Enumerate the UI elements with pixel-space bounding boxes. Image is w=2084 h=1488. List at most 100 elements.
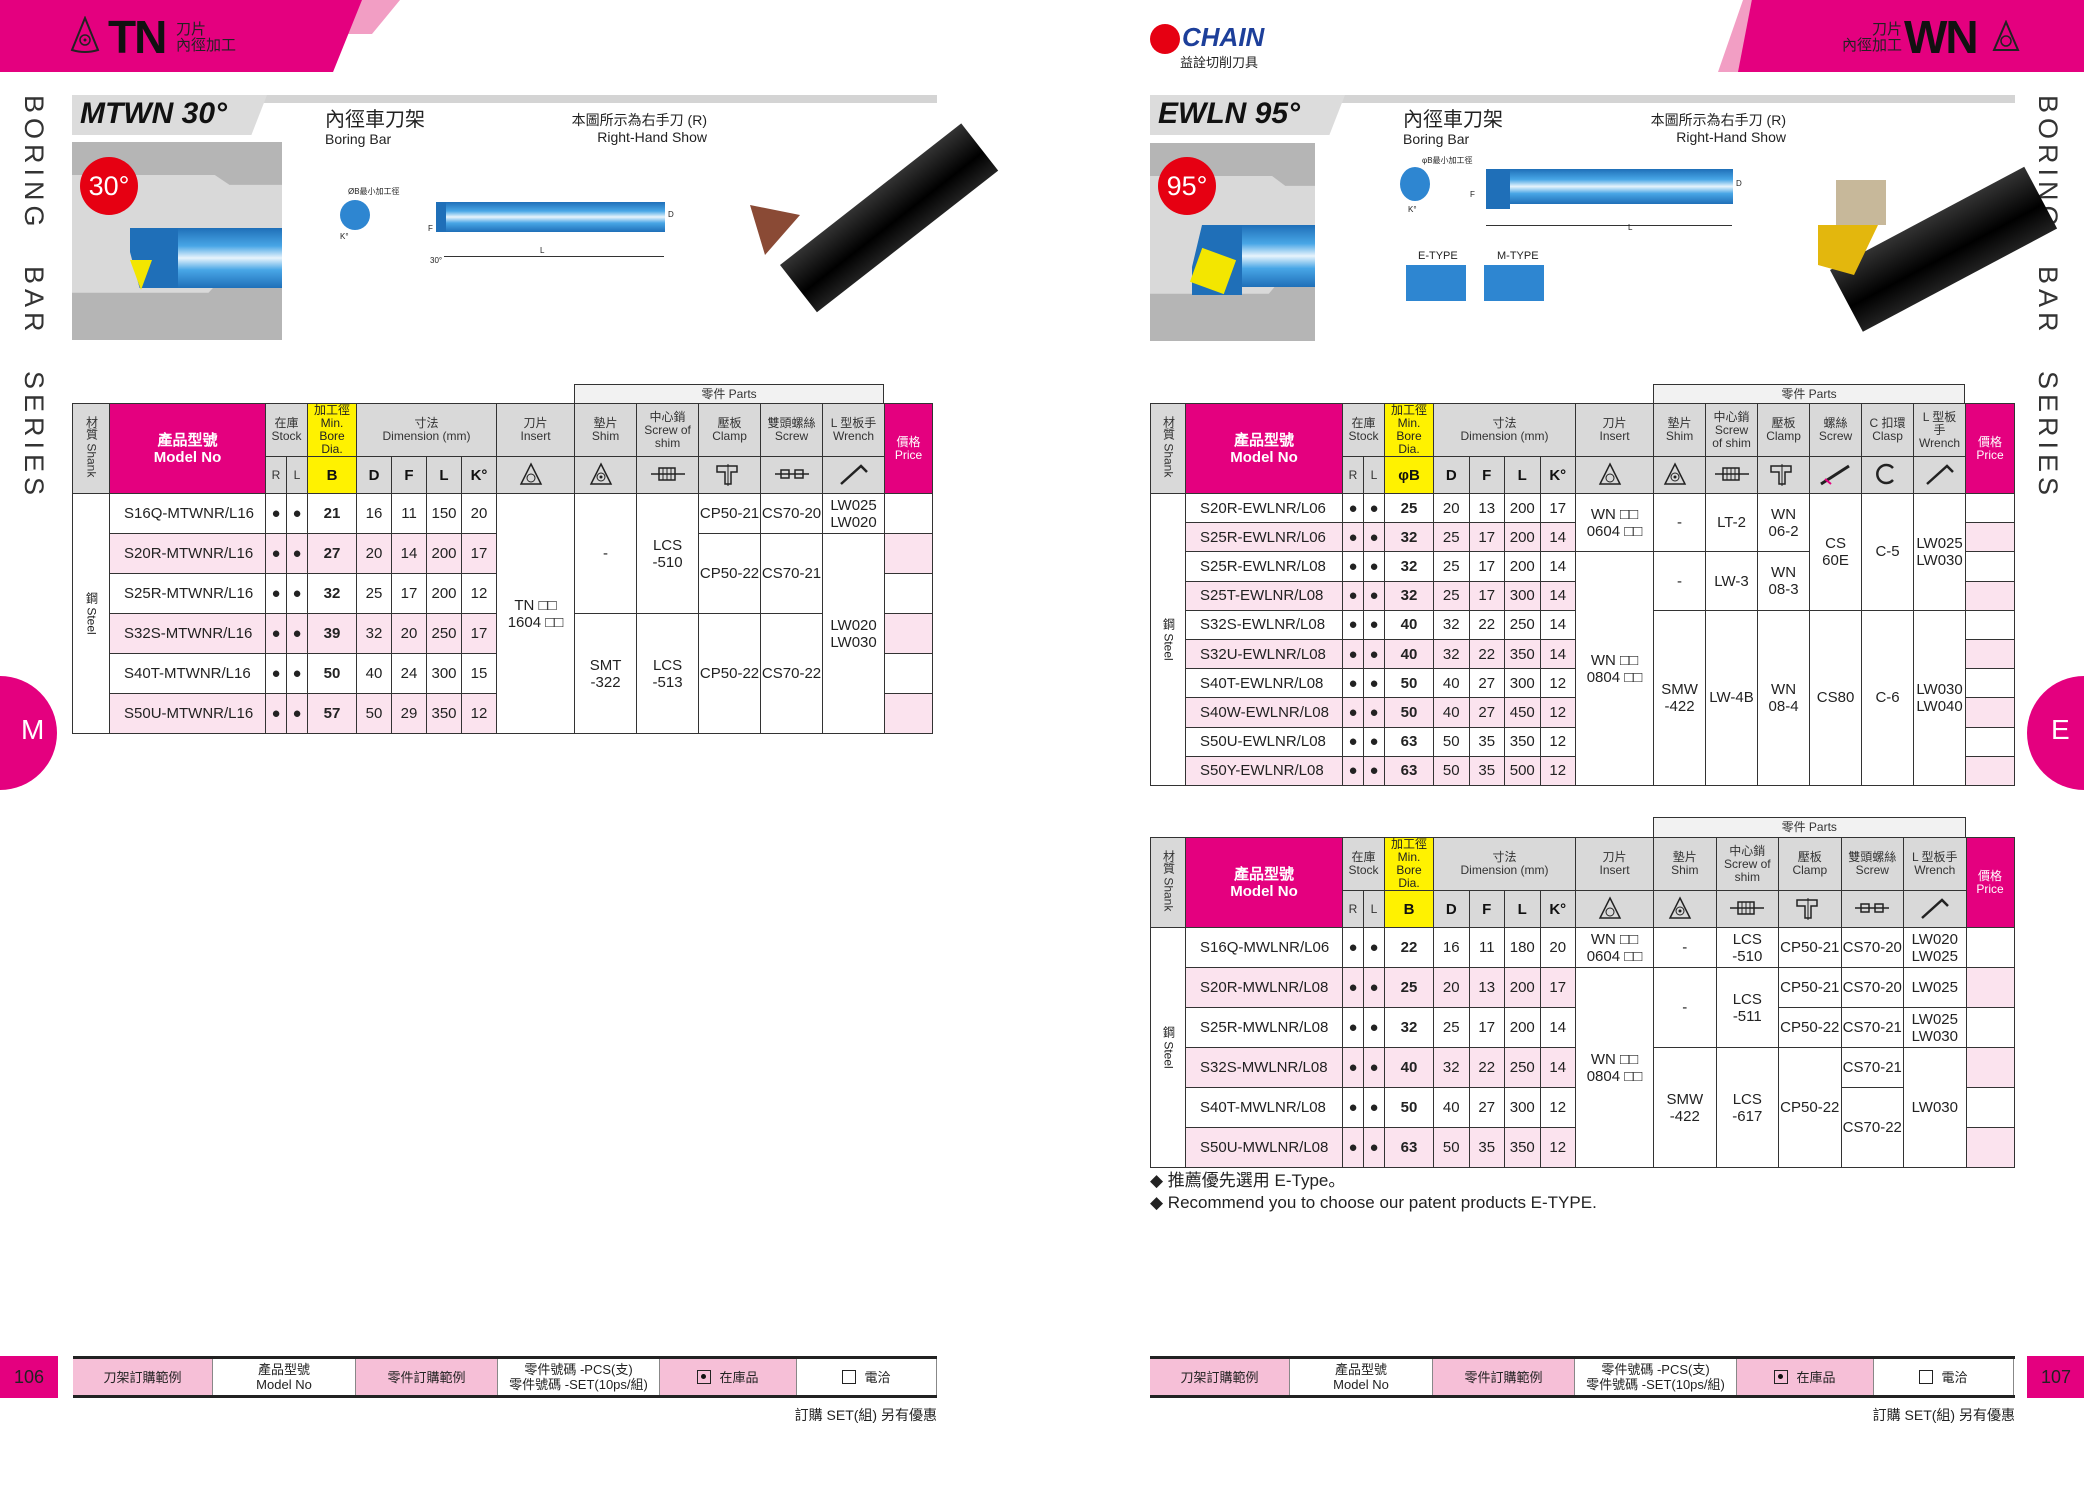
table-row[interactable]: 鋼 Steel S16Q-MWLNR/L06 ● ● 22 16 11 180 20 WN □□ … xyxy=(1150,927,2015,1168)
stock-l: ● xyxy=(1362,638,1386,670)
shank-header-label: 材質 Shank xyxy=(1161,416,1176,478)
model-no[interactable]: S32S-EWLNR/L08 xyxy=(1185,609,1343,640)
in-stock-option[interactable]: 在庫品 xyxy=(660,1359,797,1395)
checkbox-icon[interactable] xyxy=(842,1370,857,1384)
page-number-right: 107 xyxy=(2027,1356,2084,1398)
screw-icon-cell xyxy=(1840,890,1905,928)
dim-f: 27 xyxy=(1468,1087,1506,1128)
dim-k: 14 xyxy=(1539,609,1577,640)
ewln-spec-table: 材質 Shank 產品型號 Model No 在庫 Stock 加工徑 Min. Bor… xyxy=(1150,403,2016,786)
checked-radio-icon[interactable] xyxy=(697,1370,712,1384)
shim-part: - xyxy=(1653,492,1707,553)
clamp-part: CP50-22 xyxy=(698,533,762,614)
section-tab-m[interactable]: M xyxy=(0,676,57,790)
dimension-diagram: ØB最小加工徑 K° D F L 30° xyxy=(340,186,700,276)
m-type-image xyxy=(1484,265,1544,301)
f-header: F xyxy=(391,456,428,494)
model-no[interactable]: S40T-EWLNR/L08 xyxy=(1185,668,1343,699)
model-no[interactable]: S25R-EWLNR/L08 xyxy=(1185,551,1343,582)
model-no[interactable]: S25R-MWLNR/L08 xyxy=(1185,1007,1343,1048)
model-no[interactable]: S50U-MWLNR/L08 xyxy=(1185,1127,1343,1168)
model-no[interactable]: S32S-MTWNR/L16 xyxy=(109,613,266,654)
min-bore-b: 32 xyxy=(307,573,358,614)
e-type-image xyxy=(1406,265,1466,301)
stock-r: ● xyxy=(265,573,287,614)
dim-k: 14 xyxy=(1539,638,1577,670)
insert-header: 刀片 Insert xyxy=(1575,403,1655,457)
shim-header: 墊片 Shim xyxy=(574,403,638,457)
price-header: 價格 Price xyxy=(884,403,934,494)
min-bore-b: 32 xyxy=(1384,522,1435,553)
insert-icon-cell xyxy=(1575,456,1655,494)
model-no[interactable]: S25T-EWLNR/L08 xyxy=(1185,580,1343,611)
model-no-label: 產品型號 Model No xyxy=(213,1359,356,1395)
model-no[interactable]: S40W-EWLNR/L08 xyxy=(1185,697,1343,728)
dim-f: 11 xyxy=(1468,927,1506,968)
model-no[interactable]: S32U-EWLNR/L08 xyxy=(1185,638,1343,670)
dim-l: 300 xyxy=(1504,1087,1541,1128)
screw-part: CS70-22 xyxy=(760,613,824,734)
shank-material: 鋼 Steel xyxy=(1150,927,1186,1168)
insert-icon xyxy=(519,461,542,485)
model-no[interactable]: S25R-EWLNR/L06 xyxy=(1185,522,1343,553)
hand-note-en: Right-Hand Show xyxy=(1676,129,1786,145)
wrench-part: LW030 xyxy=(1903,1047,1967,1168)
dimension-header: 寸法 Dimension (mm) xyxy=(356,403,498,457)
price-cell xyxy=(1965,492,2016,524)
dim-l: 200 xyxy=(1504,522,1541,553)
model-no[interactable]: S20R-EWLNR/L06 xyxy=(1185,492,1343,524)
shank-header: 材質 Shank xyxy=(72,403,110,494)
dim-f: 24 xyxy=(391,653,428,694)
model-no[interactable]: S50U-EWLNR/L08 xyxy=(1185,726,1343,757)
stock-l: ● xyxy=(1362,1007,1386,1048)
section-tab-e[interactable]: E xyxy=(2027,676,2084,790)
model-no[interactable]: S25R-MTWNR/L16 xyxy=(109,573,266,614)
bore-note: ØB最小加工徑 xyxy=(348,187,400,196)
side-label: BORING BAR SERIES xyxy=(19,95,49,501)
call-option[interactable]: 電洽 xyxy=(797,1359,937,1395)
model-no[interactable]: S50U-MTWNR/L16 xyxy=(109,693,266,734)
clasp-icon xyxy=(1875,463,1894,484)
call-option[interactable]: 電洽 xyxy=(1874,1359,2014,1395)
holder-order-example: 刀架訂購範例 xyxy=(1150,1359,1290,1395)
checkbox-icon[interactable] xyxy=(1919,1370,1934,1384)
dim-k: 17 xyxy=(461,613,498,654)
model-no[interactable]: S50Y-EWLNR/L08 xyxy=(1185,755,1343,786)
dim-d: 32 xyxy=(1433,638,1470,670)
option-label: 在庫品 xyxy=(1796,1369,1836,1385)
d-header: D xyxy=(1433,456,1470,494)
model-no[interactable]: S32S-MWLNR/L08 xyxy=(1185,1047,1343,1088)
stock-r: ● xyxy=(1342,609,1364,640)
dim-f: 13 xyxy=(1468,967,1506,1008)
table-row[interactable]: 鋼 Steel S16Q-MTWNR/L16 ● ● 21 16 11 150 20 TN □□ … xyxy=(72,493,934,734)
in-stock-option[interactable]: 在庫品 xyxy=(1737,1359,1874,1395)
shim-part: SMW -422 xyxy=(1653,609,1707,786)
model-no[interactable]: S16Q-MWLNR/L06 xyxy=(1185,927,1343,968)
stock-r: ● xyxy=(1342,755,1364,786)
dim-l: 250 xyxy=(1504,1047,1541,1088)
dim-l: 250 xyxy=(1504,609,1541,640)
wrench-icon-cell xyxy=(1903,890,1967,928)
section-letter: E xyxy=(2051,714,2070,745)
shim-part: - xyxy=(574,493,638,614)
clamp-part: CP50-22 xyxy=(698,613,762,734)
product-photo xyxy=(720,105,999,313)
dim-k: 12 xyxy=(461,573,498,614)
bore-note: φB最小加工徑 xyxy=(1422,156,1473,165)
stock-r: ● xyxy=(1342,726,1364,757)
model-no[interactable]: S40T-MWLNR/L08 xyxy=(1185,1087,1343,1128)
model-no[interactable]: S20R-MTWNR/L16 xyxy=(109,533,266,574)
model-no[interactable]: S40T-MTWNR/L16 xyxy=(109,653,266,694)
clasp-icon-cell xyxy=(1861,456,1915,494)
stock-l: ● xyxy=(285,693,309,734)
table-row[interactable]: 鋼 Steel S20R-EWLNR/L06 ● ● 25 20 13 200 17 WN □□ … xyxy=(1150,492,2016,786)
checked-radio-icon[interactable] xyxy=(1774,1370,1789,1384)
clasp-header: C 扣環 Clasp xyxy=(1861,403,1915,457)
model-no[interactable]: S20R-MWLNR/L08 xyxy=(1185,967,1343,1008)
price-cell xyxy=(884,533,934,574)
stock-l: ● xyxy=(1362,522,1386,553)
model-no[interactable]: S16Q-MTWNR/L16 xyxy=(109,493,266,534)
model-header: 產品型號 Model No xyxy=(1185,837,1343,928)
clamp-part: CP50-21 xyxy=(1778,967,1842,1008)
table-row[interactable]: S20R-MWLNR/L08 ● ● 25 20 13 200 17 WN □□ 0804 □□… xyxy=(1151,967,2015,1168)
